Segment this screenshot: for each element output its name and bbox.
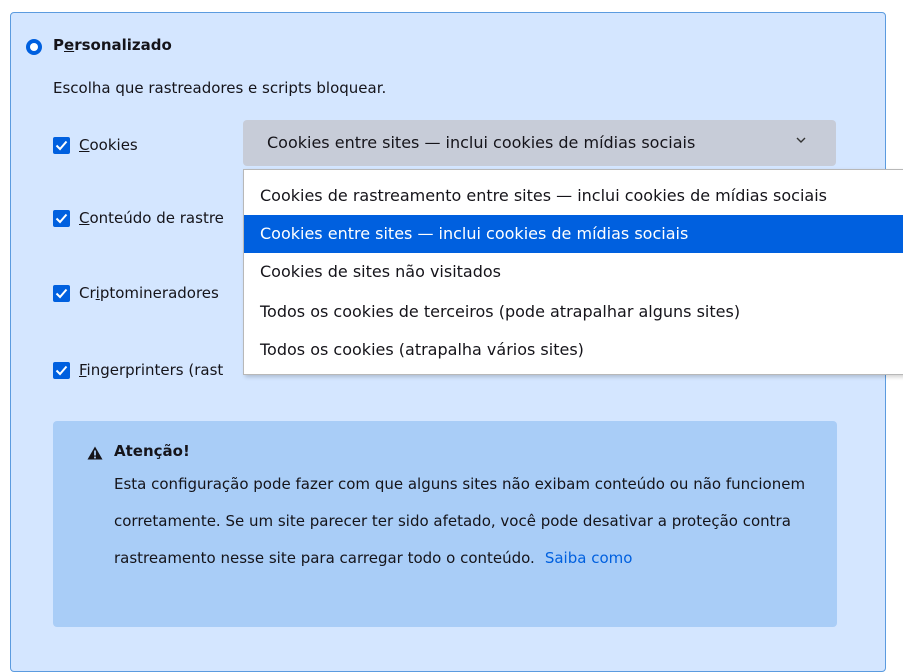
warning-body: Esta configuração pode fazer com que alg… [114, 475, 806, 567]
cookies-label[interactable]: Cookies [79, 136, 138, 154]
cookies-checkbox[interactable] [53, 137, 70, 154]
tracking-content-label[interactable]: Conteúdo de rastre [79, 209, 224, 227]
learn-more-link[interactable]: Saiba como [545, 549, 633, 567]
warning-box: Atenção! Esta configuração pode fazer co… [53, 421, 837, 627]
cookies-select[interactable]: Cookies entre sites — inclui cookies de … [243, 120, 836, 166]
custom-title[interactable]: Personalizado [53, 36, 172, 54]
dropdown-option[interactable]: Todos os cookies de terceiros (pode atra… [244, 293, 903, 331]
chevron-down-icon [796, 132, 806, 148]
checkmark-icon [55, 213, 68, 224]
checkmark-icon [55, 365, 68, 376]
custom-description: Escolha que rastreadores e scripts bloqu… [53, 79, 387, 97]
dropdown-option-selected[interactable]: Cookies entre sites — inclui cookies de … [244, 215, 903, 253]
warning-title: Atenção! [114, 442, 190, 460]
dropdown-option[interactable]: Cookies de rastreamento entre sites — in… [244, 177, 903, 215]
checkmark-icon [55, 140, 68, 151]
cookies-select-value: Cookies entre sites — inclui cookies de … [267, 133, 696, 152]
dropdown-option[interactable]: Todos os cookies (atrapalha vários sites… [244, 331, 903, 369]
checkmark-icon [55, 288, 68, 299]
warning-icon [87, 445, 103, 464]
custom-radio-button[interactable] [26, 39, 42, 55]
fingerprinters-label[interactable]: Fingerprinters (rast [79, 361, 223, 379]
dropdown-option[interactable]: Cookies de sites não visitados [244, 253, 903, 291]
cryptominers-label[interactable]: Criptomineradores [79, 284, 219, 302]
tracking-content-checkbox[interactable] [53, 210, 70, 227]
fingerprinters-checkbox[interactable] [53, 362, 70, 379]
cookies-dropdown-list: Cookies de rastreamento entre sites — in… [243, 169, 903, 375]
cryptominers-checkbox[interactable] [53, 285, 70, 302]
